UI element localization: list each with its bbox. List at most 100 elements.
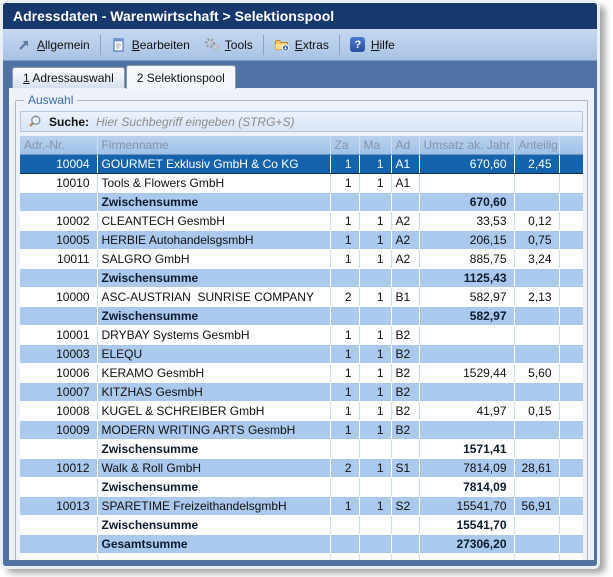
table-row[interactable]: Zwischensumme 1571,41 <box>20 439 583 458</box>
hilfe-label: Hilfe <box>371 38 395 52</box>
cell-adr-nr <box>20 534 97 553</box>
arrow-ne-icon <box>16 37 32 53</box>
col-header-anteilig[interactable]: Anteilig <box>514 136 559 154</box>
toolbar-separator <box>263 35 264 55</box>
cell-anteilig <box>514 439 559 458</box>
table-row[interactable]: 10008 KUGEL & SCHREIBER GmbH 1 1 B2 41,9… <box>20 401 583 420</box>
cell-anteilig: 0,12 <box>514 211 559 230</box>
col-header-adr-nr[interactable]: Adr.-Nr. <box>20 136 97 154</box>
cell-firmenname: SALGRO GmbH <box>97 249 330 268</box>
cell-umsatz: 670,60 <box>419 192 514 211</box>
cell-ma: 1 <box>359 344 391 363</box>
table-row[interactable] <box>20 553 583 560</box>
table-row[interactable]: Zwischensumme 670,60 <box>20 192 583 211</box>
cell-adr-nr <box>20 268 97 287</box>
table-row[interactable]: 10011 SALGRO GmbH 1 1 A2 885,75 3,24 <box>20 249 583 268</box>
table-row[interactable]: Zwischensumme 7814,09 <box>20 477 583 496</box>
cell-umsatz <box>419 382 514 401</box>
cell-umsatz: 582,97 <box>419 306 514 325</box>
table-row[interactable]: 10005 HERBIE AutohandelsgsmbH 1 1 A2 206… <box>20 230 583 249</box>
col-header-firmenname[interactable]: Firmenname <box>97 136 330 154</box>
table-header: Adr.-Nr. Firmenname Za Ma Ad Umsatz ak. … <box>20 136 583 154</box>
col-header-ma[interactable]: Ma <box>359 136 391 154</box>
toolbar-separator <box>100 35 101 55</box>
cell-adr-nr: 10002 <box>20 211 97 230</box>
cell-anteilig <box>514 534 559 553</box>
cell-za <box>330 477 359 496</box>
search-label: Suche: <box>49 115 89 129</box>
title-bar: Adressdaten - Warenwirtschaft > Selektio… <box>3 3 597 29</box>
tab-adressauswahl[interactable]: 1 Adressauswahl <box>12 67 125 88</box>
cell-ma: 1 <box>359 211 391 230</box>
cell-ad: A1 <box>391 173 419 192</box>
cell-anteilig: 0,75 <box>514 230 559 249</box>
window-frame: 1 Adressauswahl 2 Selektionspool Auswahl… <box>3 61 597 566</box>
cell-adr-nr: 10004 <box>20 154 97 173</box>
hilfe-button[interactable]: ? Hilfe <box>343 34 402 56</box>
col-header-umsatz[interactable]: Umsatz ak. Jahr <box>419 136 514 154</box>
table-row[interactable]: 10000 ASC-AUSTRIAN SUNRISE COMPANY 2 1 B… <box>20 287 583 306</box>
allgemein-button[interactable]: Allgemein <box>9 34 97 56</box>
table-row[interactable]: 10003 ELEQU 1 1 B2 <box>20 344 583 363</box>
cell-anteilig <box>514 515 559 534</box>
table-row[interactable]: 10004 GOURMET Exklusiv GmbH & Co KG 1 1 … <box>20 154 583 173</box>
cell-adr-nr <box>20 477 97 496</box>
cell-umsatz: 7814,09 <box>419 477 514 496</box>
col-header-ad[interactable]: Ad <box>391 136 419 154</box>
bearbeiten-label: Bearbeiten <box>132 38 190 52</box>
cell-spacer <box>559 515 583 534</box>
cell-spacer <box>559 496 583 515</box>
cell-spacer <box>559 306 583 325</box>
search-placeholder: Hier Suchbegriff eingeben (STRG+S) <box>96 115 294 129</box>
cell-spacer <box>559 458 583 477</box>
tab-panel: Auswahl Suche: Hier Suchbegriff eingeben… <box>9 88 594 560</box>
cell-firmenname: Zwischensumme <box>97 192 330 211</box>
cell-adr-nr: 10005 <box>20 230 97 249</box>
cell-ad <box>391 439 419 458</box>
table-body: 10004 GOURMET Exklusiv GmbH & Co KG 1 1 … <box>20 154 583 560</box>
cell-umsatz: 15541,70 <box>419 515 514 534</box>
cell-umsatz: 1571,41 <box>419 439 514 458</box>
cell-anteilig: 2,13 <box>514 287 559 306</box>
cell-ma <box>359 192 391 211</box>
cell-ad: B2 <box>391 382 419 401</box>
cell-za: 1 <box>330 325 359 344</box>
table-row[interactable]: Zwischensumme 1125,43 <box>20 268 583 287</box>
extras-button[interactable]: Extras <box>267 34 336 56</box>
cell-za: 1 <box>330 211 359 230</box>
table-row[interactable]: 10009 MODERN WRITING ARTS GesmbH 1 1 B2 <box>20 420 583 439</box>
app-window: Adressdaten - Warenwirtschaft > Selektio… <box>0 0 600 569</box>
cell-za: 1 <box>330 230 359 249</box>
table-row[interactable]: 10010 Tools & Flowers GmbH 1 1 A1 <box>20 173 583 192</box>
table-row[interactable]: 10012 Walk & Roll GmbH 2 1 S1 7814,09 28… <box>20 458 583 477</box>
cell-adr-nr: 10010 <box>20 173 97 192</box>
table-row[interactable]: 10001 DRYBAY Systems GesmbH 1 1 B2 <box>20 325 583 344</box>
cell-adr-nr: 10013 <box>20 496 97 515</box>
cell-ma: 1 <box>359 230 391 249</box>
cell-ad: B2 <box>391 401 419 420</box>
cell-ma: 1 <box>359 249 391 268</box>
cell-anteilig: 2,45 <box>514 154 559 173</box>
search-input[interactable]: Suche: Hier Suchbegriff eingeben (STRG+S… <box>20 111 583 132</box>
table-row[interactable]: Zwischensumme 582,97 <box>20 306 583 325</box>
table-row[interactable]: 10002 CLEANTECH GesmbH 1 1 A2 33,53 0,12 <box>20 211 583 230</box>
cell-za <box>330 515 359 534</box>
cell-spacer <box>559 439 583 458</box>
tools-button[interactable]: Tools <box>197 34 260 56</box>
table-row[interactable]: Zwischensumme 15541,70 <box>20 515 583 534</box>
table-row[interactable]: 10006 KERAMO GesmbH 1 1 B2 1529,44 5,60 <box>20 363 583 382</box>
cell-adr-nr <box>20 439 97 458</box>
tab-selektionspool[interactable]: 2 Selektionspool <box>126 65 236 89</box>
cell-ma <box>359 306 391 325</box>
cell-ma: 1 <box>359 287 391 306</box>
col-header-za[interactable]: Za <box>330 136 359 154</box>
cell-spacer <box>559 344 583 363</box>
cell-spacer <box>559 154 583 173</box>
cell-umsatz: 885,75 <box>419 249 514 268</box>
cell-za: 1 <box>330 344 359 363</box>
table-row[interactable]: 10013 SPARETIME FreizeithandelsgmbH 1 1 … <box>20 496 583 515</box>
bearbeiten-button[interactable]: Bearbeiten <box>104 34 197 56</box>
cell-za: 2 <box>330 287 359 306</box>
table-row[interactable]: 10007 KITZHAS GesmbH 1 1 B2 <box>20 382 583 401</box>
table-row[interactable]: Gesamtsumme 27306,20 <box>20 534 583 553</box>
